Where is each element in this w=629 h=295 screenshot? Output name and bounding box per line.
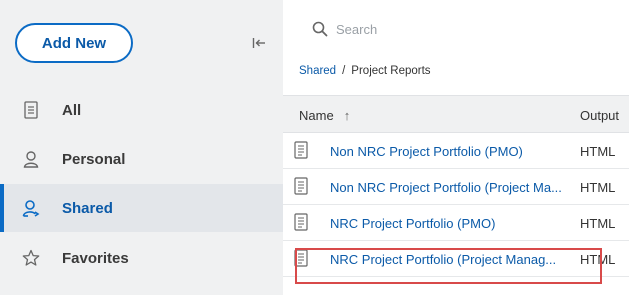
table-header: Name ↑ Output	[283, 95, 629, 133]
name-column-label: Name	[299, 107, 334, 123]
add-new-button[interactable]: Add New	[15, 23, 133, 63]
report-document-icon	[294, 177, 308, 195]
sort-ascending-icon: ↑	[343, 107, 351, 123]
sidebar: Add New All Personal Shared Favorites	[0, 0, 283, 295]
report-name-link[interactable]: NRC Project Portfolio (PMO)	[330, 205, 495, 241]
breadcrumb-current: Project Reports	[351, 65, 431, 77]
collapse-left-icon	[252, 38, 265, 48]
table-row[interactable]: NRC Project Portfolio (Project Manag... …	[283, 241, 629, 277]
sidebar-item-label: Favorites	[62, 249, 129, 267]
report-document-icon	[294, 249, 308, 267]
report-output: HTML	[580, 215, 616, 231]
sidebar-item-label: All	[62, 101, 82, 119]
add-new-label: Add New	[41, 34, 107, 52]
document-icon	[21, 100, 41, 120]
report-name-link[interactable]: Non NRC Project Portfolio (Project Ma...	[330, 169, 562, 205]
report-name-link[interactable]: NRC Project Portfolio (Project Manag...	[330, 241, 556, 277]
report-name-link[interactable]: Non NRC Project Portfolio (PMO)	[330, 133, 523, 169]
shared-person-icon	[21, 198, 41, 218]
table-row[interactable]: Non NRC Project Portfolio (PMO) HTML	[283, 133, 629, 169]
star-icon	[21, 248, 41, 268]
sidebar-item-personal[interactable]: Personal	[0, 135, 283, 183]
reports-table: Name ↑ Output Non NRC Project Portfolio …	[283, 95, 629, 277]
report-output: HTML	[580, 179, 616, 195]
report-document-icon	[294, 213, 308, 231]
sidebar-item-all[interactable]: All	[0, 86, 283, 134]
table-row[interactable]: NRC Project Portfolio (PMO) HTML	[283, 205, 629, 241]
sidebar-item-shared[interactable]: Shared	[0, 184, 283, 232]
sidebar-item-favorites[interactable]: Favorites	[0, 234, 283, 282]
person-icon	[21, 149, 41, 169]
sidebar-item-label: Shared	[62, 199, 113, 217]
output-column-header[interactable]: Output	[580, 96, 619, 134]
table-row[interactable]: Non NRC Project Portfolio (Project Ma...…	[283, 169, 629, 205]
breadcrumb-separator: /	[342, 65, 346, 77]
output-column-label: Output	[580, 107, 620, 123]
breadcrumb: Shared / Project Reports	[299, 65, 431, 77]
report-output: HTML	[580, 143, 616, 159]
collapse-sidebar-button[interactable]	[250, 34, 268, 52]
search-icon	[312, 21, 328, 37]
main-panel: Shared / Project Reports Name ↑ Output N…	[283, 0, 629, 295]
search-input[interactable]	[336, 19, 536, 39]
report-output: HTML	[580, 251, 616, 267]
report-document-icon	[294, 141, 308, 159]
sidebar-item-label: Personal	[62, 150, 126, 168]
name-column-header[interactable]: Name ↑	[299, 96, 350, 134]
breadcrumb-shared-link[interactable]: Shared	[299, 65, 336, 77]
